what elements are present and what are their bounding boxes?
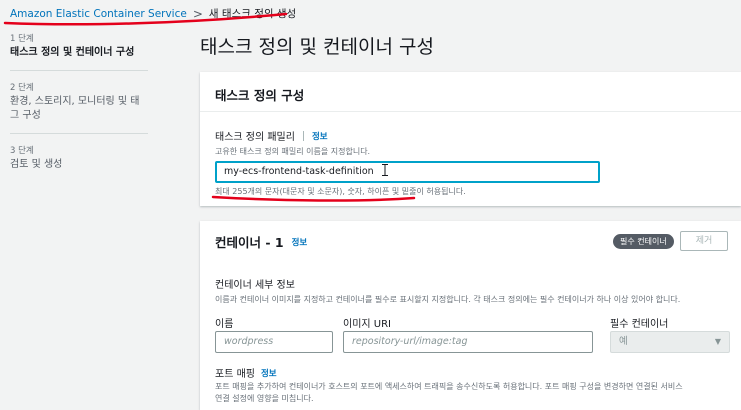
- family-label-row: 태스크 정의 패밀리 정보: [215, 128, 600, 143]
- family-input[interactable]: my-ecs-frontend-task-definition: [215, 161, 600, 183]
- step-title: 검토 및 생성: [10, 159, 63, 170]
- step-title: 환경, 스토리지, 모니터링 및 태그 구성: [10, 96, 140, 121]
- step-number: 3 단계: [10, 146, 34, 156]
- step-2[interactable]: 2 단계 환경, 스토리지, 모니터링 및 태그 구성: [10, 81, 150, 123]
- remove-button[interactable]: 제거: [680, 231, 728, 251]
- placeholder: wordpress: [224, 336, 274, 347]
- breadcrumb-link-ecs[interactable]: Amazon Elastic Container Service: [10, 8, 187, 20]
- container-details-title: 컨테이너 세부 정보: [215, 280, 295, 291]
- breadcrumb: Amazon Elastic Container Service > 새 태스크…: [10, 6, 296, 21]
- family-field: 태스크 정의 패밀리 정보 고유한 태스크 정의 패밀리 이름을 지정합니다. …: [215, 128, 600, 197]
- port-mapping-desc-2: 연결 설정에 영향을 미칩니다.: [215, 394, 314, 403]
- family-description: 고유한 태스크 정의 패밀리 이름을 지정합니다.: [215, 147, 371, 156]
- divider: [10, 70, 148, 71]
- step-3[interactable]: 3 단계 검토 및 생성: [10, 144, 150, 172]
- port-mapping-label: 포트 매핑: [215, 369, 255, 380]
- essential-container-select[interactable]: 예 ▼: [610, 331, 730, 353]
- step-title: 태스크 정의 및 컨테이너 구성: [10, 47, 135, 58]
- name-label: 이름: [215, 319, 234, 330]
- container-details-desc: 이름과 컨테이너 이미지를 지정하고 컨테이너를 필수로 표시할지 지정합니다.…: [215, 295, 681, 304]
- port-mapping-desc: 포트 매핑을 추가하여 컨테이너가 호스트의 포트에 액세스하여 트래픽을 송수…: [215, 382, 683, 391]
- panel-title: 태스크 정의 구성: [200, 72, 741, 112]
- select-value: 예: [619, 336, 628, 347]
- text-cursor-icon: [382, 164, 388, 176]
- essential-container-label: 필수 컨테이너: [610, 319, 669, 330]
- container-header: 컨테이너 - 1 정보: [215, 232, 307, 251]
- page-title: 태스크 정의 및 컨테이너 구성: [200, 36, 434, 58]
- container-name-input[interactable]: wordpress: [215, 331, 333, 353]
- step-1[interactable]: 1 단계 태스크 정의 및 컨테이너 구성: [10, 32, 150, 60]
- family-constraint-hint: 최대 255개의 문자(대문자 및 소문자), 숫자, 하이픈 및 밑줄이 허용…: [215, 187, 466, 196]
- essential-container-badge: 필수 컨테이너: [613, 234, 674, 249]
- breadcrumb-current: 새 태스크 정의 생성: [208, 8, 297, 20]
- port-mapping-header: 포트 매핑 정보: [215, 365, 277, 381]
- container-panel: 컨테이너 - 1 정보 필수 컨테이너 제거 컨테이너 세부 정보 이름과 컨테…: [200, 221, 741, 410]
- wizard-steps: 1 단계 태스크 정의 및 컨테이너 구성 2 단계 환경, 스토리지, 모니터…: [10, 32, 150, 182]
- info-link[interactable]: 정보: [312, 130, 328, 142]
- divider: [10, 133, 148, 134]
- divider: [302, 130, 304, 141]
- image-uri-input[interactable]: repository-url/image:tag: [343, 331, 593, 353]
- image-uri-label: 이미지 URI: [343, 319, 391, 330]
- info-link[interactable]: 정보: [292, 236, 308, 248]
- placeholder: repository-url/image:tag: [352, 336, 468, 347]
- info-link[interactable]: 정보: [261, 367, 277, 379]
- step-number: 1 단계: [10, 34, 34, 44]
- caret-down-icon: ▼: [714, 337, 721, 346]
- step-number: 2 단계: [10, 83, 34, 93]
- container-title: 컨테이너 - 1: [215, 235, 284, 250]
- chevron-right-icon: >: [192, 6, 203, 21]
- family-label: 태스크 정의 패밀리: [215, 132, 295, 143]
- task-definition-panel: 태스크 정의 구성 태스크 정의 패밀리 정보 고유한 태스크 정의 패밀리 이…: [200, 72, 741, 206]
